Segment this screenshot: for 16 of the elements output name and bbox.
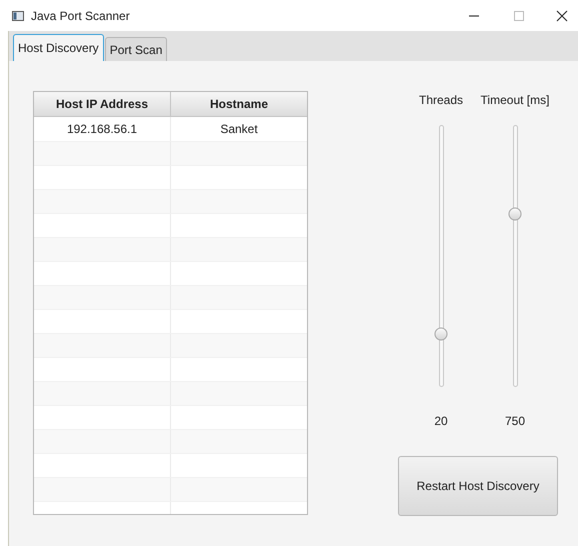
restart-button[interactable]: Restart Host Discovery bbox=[398, 456, 558, 516]
maximize-icon[interactable] bbox=[514, 10, 524, 20]
slider-thumb[interactable] bbox=[508, 208, 522, 221]
close-icon[interactable] bbox=[556, 10, 568, 22]
table-cell-text: Sanket bbox=[219, 121, 259, 138]
slider-thumb[interactable] bbox=[434, 328, 448, 340]
tab[interactable]: Host Discovery bbox=[13, 34, 104, 61]
app-icon bbox=[12, 10, 24, 20]
slider-label: Threads bbox=[418, 92, 464, 109]
slider-value: 750 bbox=[504, 413, 526, 430]
tab[interactable]: Port Scan bbox=[104, 37, 168, 61]
window-title: Java Port Scanner bbox=[31, 8, 130, 24]
column-header[interactable]: Host IP Address bbox=[34, 92, 171, 116]
slider-label: Timeout [ms] bbox=[480, 92, 550, 109]
slider-value: 20 bbox=[434, 413, 448, 430]
column-header[interactable]: Hostname bbox=[171, 92, 307, 116]
